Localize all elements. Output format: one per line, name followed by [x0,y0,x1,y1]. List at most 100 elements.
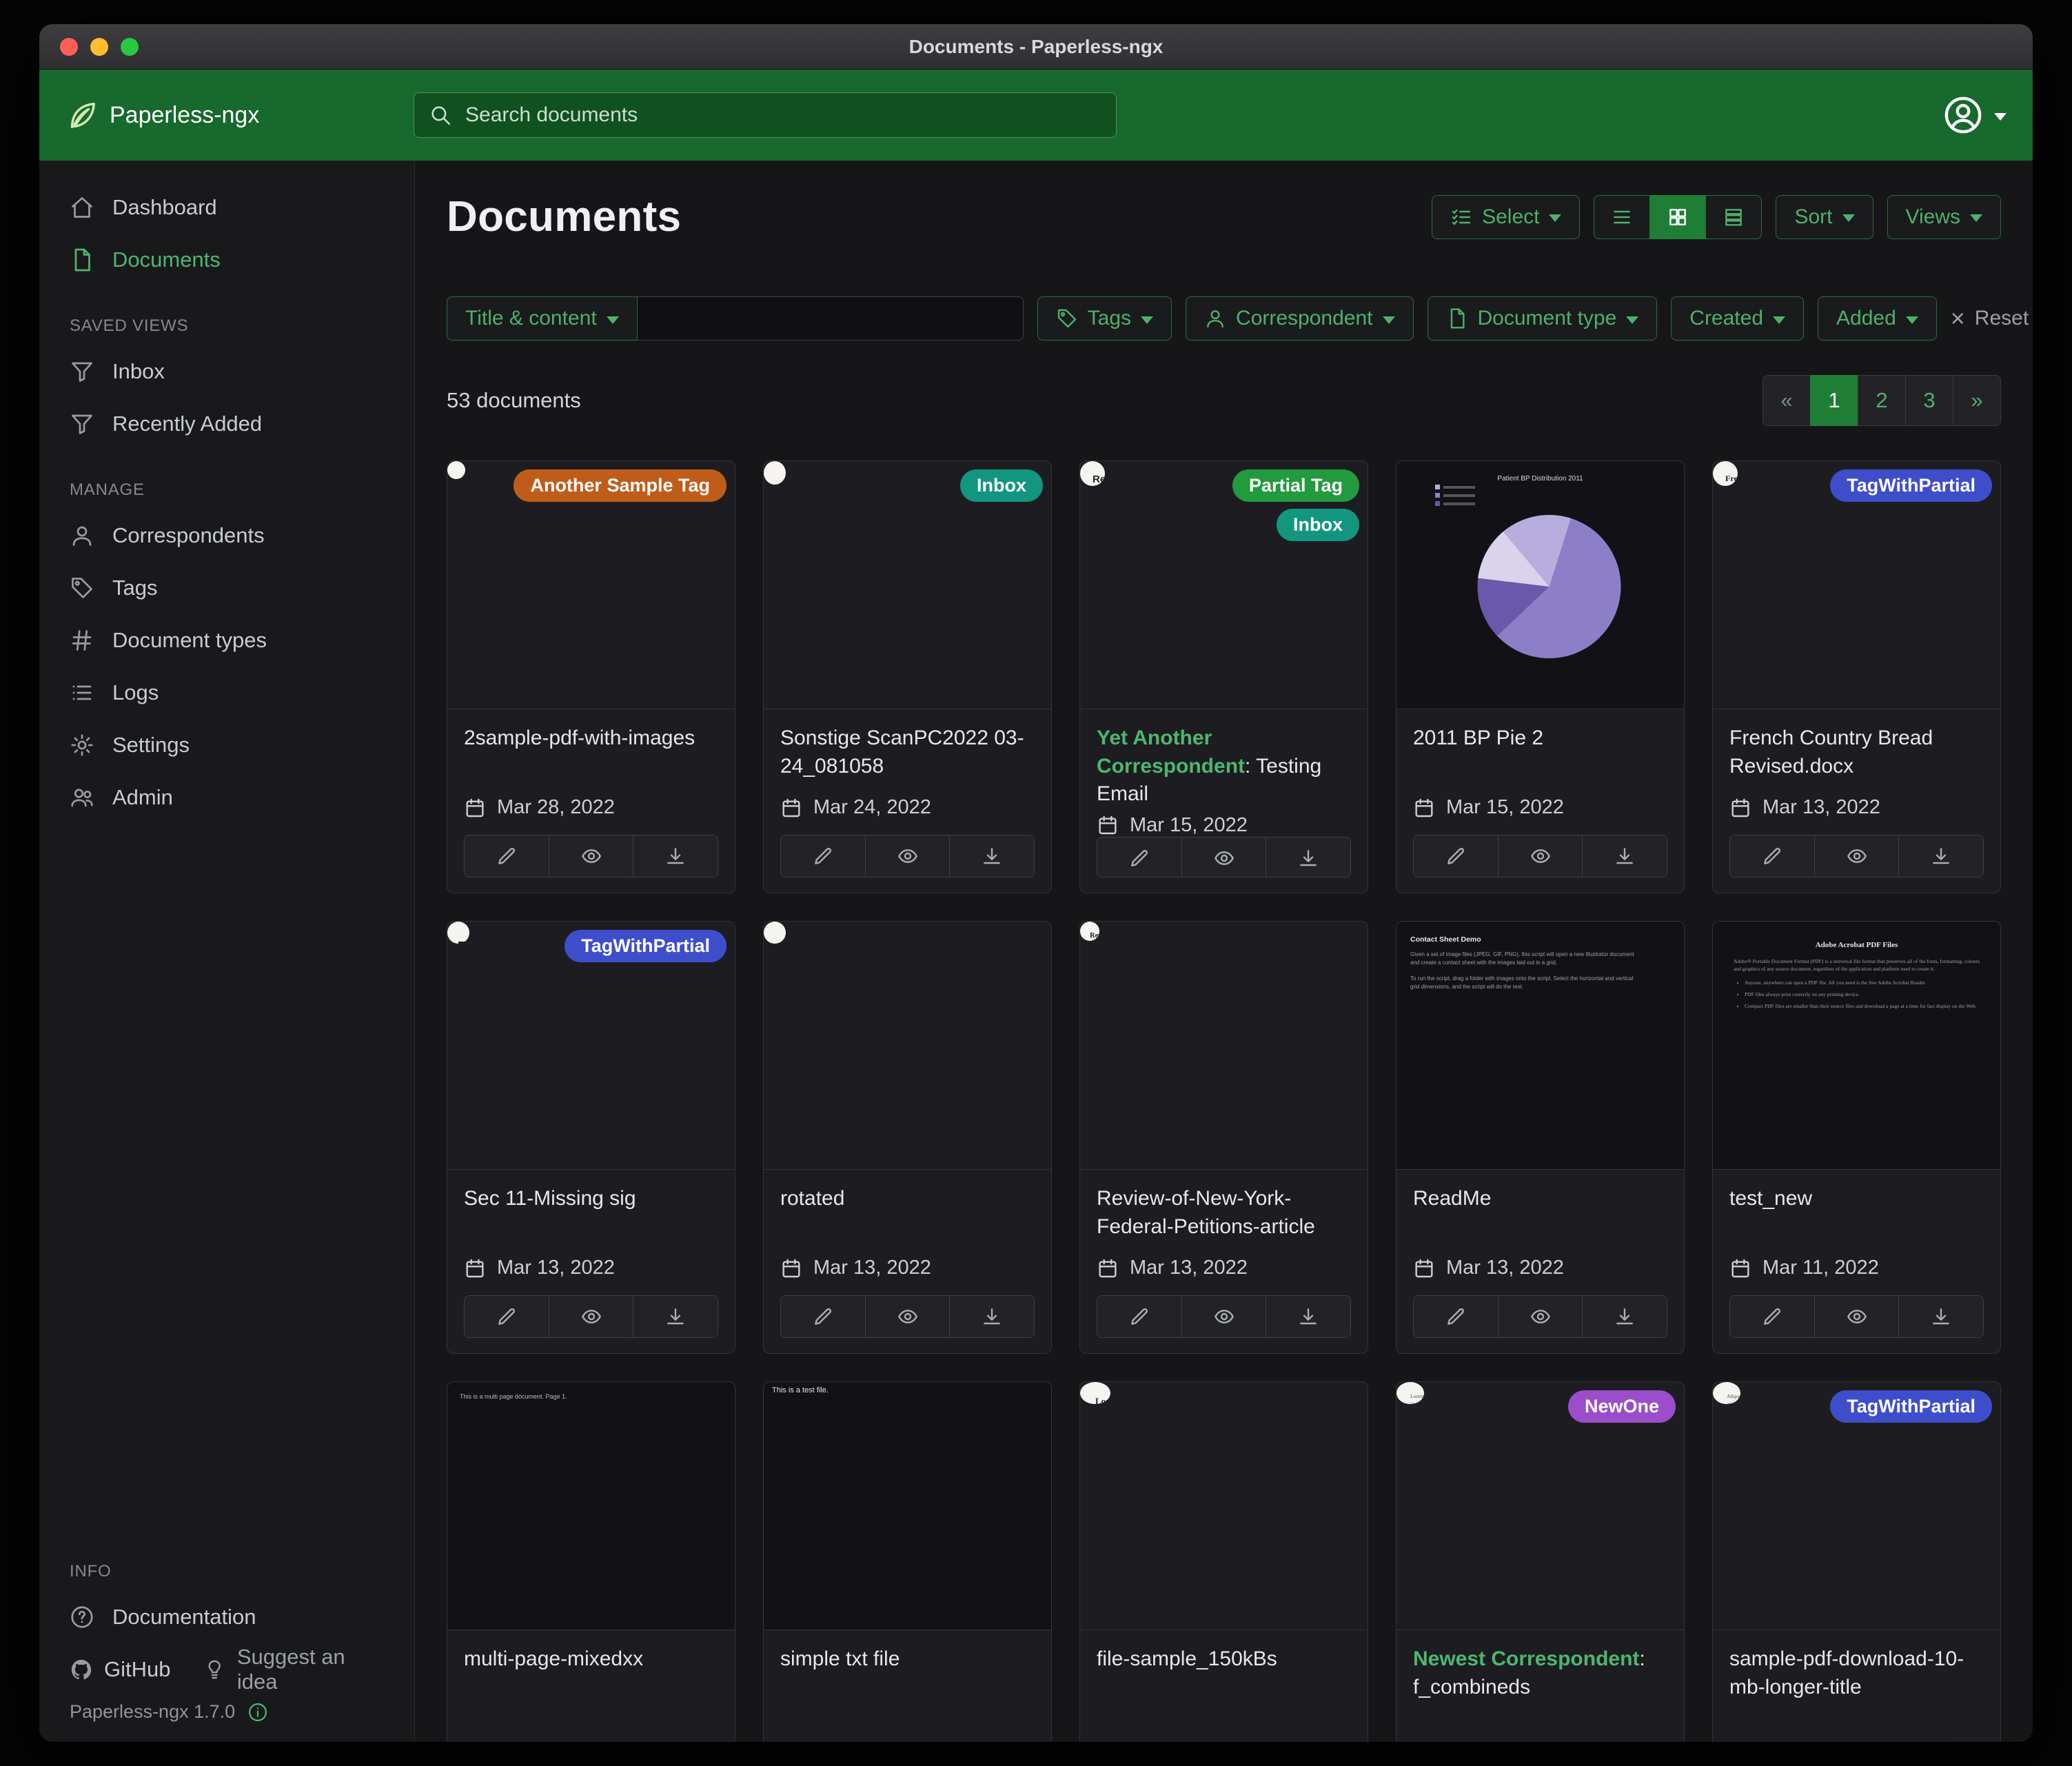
info-icon[interactable] [247,1702,268,1723]
title-content-filter-button[interactable]: Title & content [447,296,638,341]
document-title[interactable]: file-sample_150kBs [1097,1645,1351,1712]
sidebar-item-documentation[interactable]: Documentation [39,1591,414,1643]
sidebar-item-dashboard[interactable]: Dashboard [39,181,414,234]
edit-button[interactable] [465,835,549,877]
document-thumbnail[interactable]: Lorem ipsum dolor sit amet, consectetur … [447,461,735,709]
document-title[interactable]: Review-of-New-York-Federal-Petitions-art… [1097,1185,1351,1251]
view-button[interactable] [1498,1296,1583,1337]
sidebar-item-suggest-idea[interactable]: Suggest an idea [203,1643,384,1696]
sidebar-item-recently-added[interactable]: Recently Added [39,398,414,450]
correspondent-filter-button[interactable]: Correspondent [1186,296,1413,341]
download-button[interactable] [1898,835,1983,877]
sidebar-item-correspondents[interactable]: Correspondents [39,509,414,562]
download-button[interactable] [1266,838,1350,878]
document-thumbnail[interactable]: This is the text that appears on the fir… [764,922,1051,1170]
document-title[interactable]: multi-page-mixedxx [464,1645,718,1712]
close-button[interactable] [60,38,78,56]
download-button[interactable] [1898,1296,1983,1337]
edit-button[interactable] [465,1296,549,1337]
user-menu[interactable] [1943,95,2007,135]
title-content-filter-input[interactable] [638,296,1024,341]
download-button[interactable] [633,835,718,877]
view-button[interactable] [1814,835,1899,877]
views-button[interactable]: Views [1887,195,2001,239]
sidebar-item-inbox[interactable]: Inbox [39,345,414,398]
view-button[interactable] [1181,1296,1266,1337]
minimize-button[interactable] [90,38,108,56]
sidebar-item-admin[interactable]: Admin [39,771,414,824]
edit-button[interactable] [1730,835,1814,877]
document-title[interactable]: Yet Another Correspondent: Testing Email [1097,724,1351,809]
zoom-button[interactable] [121,38,139,56]
view-button[interactable] [1814,1296,1899,1337]
download-button[interactable] [1266,1296,1350,1337]
document-title[interactable]: Sonstige ScanPC2022 03-24_081058 [780,724,1035,791]
document-thumbnail[interactable]: Contact Sheet Demo Given a set of image … [1396,922,1684,1170]
document-thumbnail[interactable]: Lorem ipsum Lorem ipsum dolor sit amet, … [1080,1382,1368,1630]
tag-badge[interactable]: Partial Tag [1232,469,1359,502]
search-input[interactable] [414,92,1117,138]
created-filter-button[interactable]: Created [1671,296,1804,341]
document-thumbnail[interactable]: This is a multi page document. Page 1. [447,1382,735,1630]
edit-button[interactable] [781,835,865,877]
document-title[interactable]: simple txt file [780,1645,1035,1712]
view-button[interactable] [865,1296,950,1337]
sidebar-item-logs[interactable]: Logs [39,667,414,719]
tag-badge[interactable]: TagWithPartial [565,930,727,962]
document-title[interactable]: test_new [1729,1185,1984,1251]
download-button[interactable] [949,1296,1034,1337]
document-thumbnail[interactable]: Review of New York Federal Petitions for… [1080,922,1368,1170]
download-button[interactable] [949,835,1034,877]
tags-filter-button[interactable]: Tags [1037,296,1172,341]
document-title[interactable]: 2sample-pdf-with-images [464,724,718,791]
document-thumbnail[interactable]: This is a test for the double space char… [764,461,1051,709]
document-title[interactable]: French Country Bread Revised.docx [1729,724,1984,791]
tag-badge[interactable]: Inbox [1277,509,1359,541]
pagination-prev[interactable]: « [1763,375,1811,426]
document-thumbnail[interactable]: Aliquam at interdum arcu, rutrum neque u… [1713,1382,2000,1630]
document-title[interactable]: ReadMe [1413,1185,1667,1251]
tag-badge[interactable]: TagWithPartial [1830,469,1992,502]
tag-badge[interactable]: Inbox [960,469,1043,502]
document-title[interactable]: 2011 BP Pie 2 [1413,724,1667,791]
pagination-page-3[interactable]: 3 [1905,375,1953,426]
document-title[interactable]: sample-pdf-download-10-mb-longer-title [1729,1645,1984,1712]
document-title[interactable]: Sec 11-Missing sig [464,1185,718,1251]
reset-filters-button[interactable]: × Reset filters [1951,306,2033,331]
view-details-button[interactable] [1705,195,1762,239]
pagination-next[interactable]: » [1953,375,2001,426]
sidebar-item-settings[interactable]: Settings [39,719,414,771]
view-button[interactable] [549,1296,633,1337]
sidebar-item-document-types[interactable]: Document types [39,614,414,667]
document-thumbnail[interactable]: French Country Bread For the Leaven: Lor… [1713,461,2000,709]
document-thumbnail[interactable]: 11. CONTINUING MEDICAL EDUCA Lorem ipsum… [447,922,735,1170]
edit-button[interactable] [781,1296,865,1337]
download-button[interactable] [633,1296,718,1337]
download-button[interactable] [1582,1296,1667,1337]
tag-badge[interactable]: Another Sample Tag [514,469,727,502]
brand[interactable]: Paperless-ngx [65,99,414,131]
view-button[interactable] [549,835,633,877]
document-thumbnail[interactable]: This is a test file. [764,1382,1051,1630]
sidebar-item-documents[interactable]: Documents [39,234,414,286]
edit-button[interactable] [1097,1296,1181,1337]
edit-button[interactable] [1730,1296,1814,1337]
view-button[interactable] [1181,838,1266,878]
edit-button[interactable] [1414,1296,1498,1337]
pagination-page-1[interactable]: 1 [1810,375,1858,426]
view-grid-button[interactable] [1649,195,1706,239]
sidebar-item-tags[interactable]: Tags [39,562,414,614]
document-thumbnail[interactable]: Release Notes Simba ODBC Driver for SQL … [1080,461,1368,709]
document-thumbnail[interactable]: Adobe Acrobat PDF Files Adobe® Portable … [1713,922,2000,1170]
view-button[interactable] [1498,835,1583,877]
select-button[interactable]: Select [1432,195,1580,239]
view-button[interactable] [865,835,950,877]
edit-button[interactable] [1097,838,1181,878]
document-title[interactable]: rotated [780,1185,1035,1251]
document-thumbnail[interactable]: Lorem ipsum dolor sit amet, consectetur … [1396,1382,1684,1630]
edit-button[interactable] [1414,835,1498,877]
tag-badge[interactable]: TagWithPartial [1830,1390,1992,1423]
sidebar-item-github[interactable]: GitHub [70,1643,170,1696]
added-filter-button[interactable]: Added [1818,296,1937,341]
document-title[interactable]: Newest Correspondent: f_combineds [1413,1645,1667,1712]
